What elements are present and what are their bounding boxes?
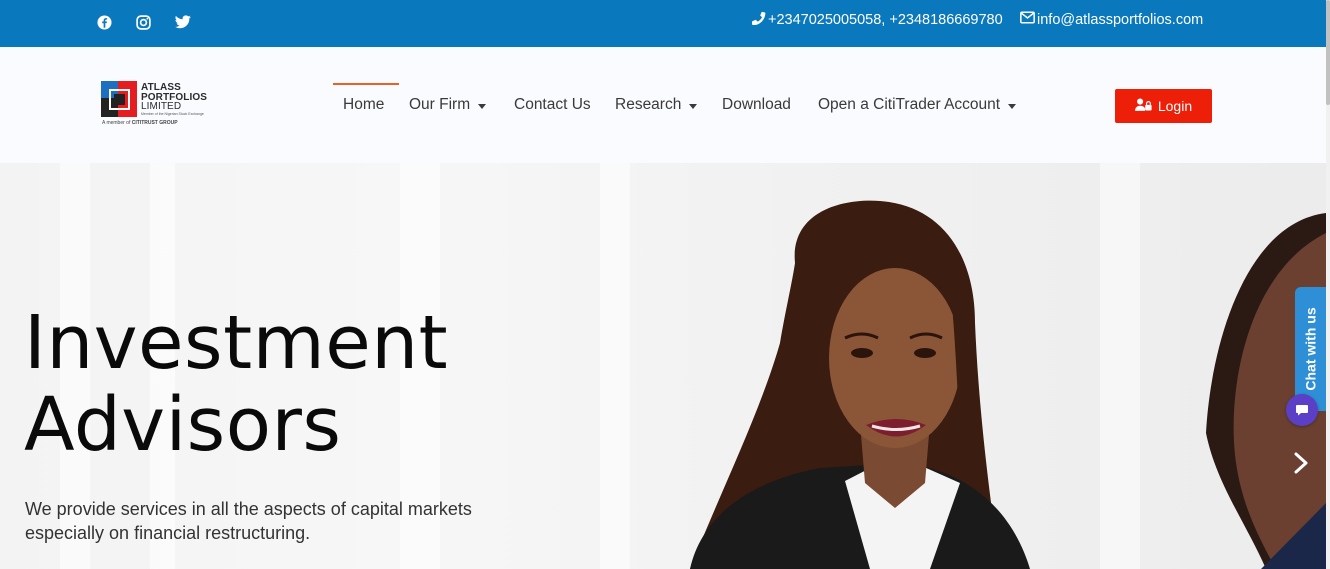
nav-our-firm[interactable]: Our Firm	[409, 96, 487, 114]
top-bar: +2347025005058, +2348186669780 info@atla…	[0, 0, 1330, 47]
site-header: ATLASS PORTFOLIOS LIMITED Member of the …	[0, 47, 1326, 163]
nav-label: Open a CitiTrader Account	[818, 96, 1001, 113]
nav-label: Our Firm	[409, 96, 471, 113]
phone-icon	[751, 11, 766, 29]
phone-contact[interactable]: +2347025005058, +2348186669780	[751, 11, 1003, 29]
phone-numbers: +2347025005058, +2348186669780	[768, 12, 1003, 28]
site-logo[interactable]: ATLASS PORTFOLIOS LIMITED Member of the …	[101, 81, 221, 129]
scrollbar-thumb[interactable]	[1326, 0, 1330, 105]
caret-down-icon	[1008, 103, 1017, 109]
envelope-icon	[1020, 11, 1035, 28]
nav-open-account[interactable]: Open a CitiTrader Account	[818, 96, 1017, 114]
email-address: info@atlassportfolios.com	[1037, 11, 1204, 28]
chat-tab-label: Chat with us	[1302, 307, 1319, 391]
email-contact[interactable]: info@atlassportfolios.com	[1020, 11, 1203, 28]
nav-label: Home	[343, 96, 385, 113]
nav-label: Download	[722, 96, 791, 113]
nav-contact-us[interactable]: Contact Us	[514, 96, 591, 114]
nav-home[interactable]: Home	[343, 96, 384, 114]
login-label: Login	[1157, 98, 1193, 114]
hero-subtitle: We provide services in all the aspects o…	[25, 499, 472, 543]
nav-research[interactable]: Research	[615, 96, 698, 114]
nav-active-indicator	[333, 83, 399, 85]
logo-tagline: Member of the Nigerian Stock Exchange	[141, 112, 204, 116]
logo-wordmark: ATLASS PORTFOLIOS LIMITED	[141, 82, 207, 112]
page-scrollbar[interactable]	[1326, 0, 1330, 569]
logo-member-line: A member of CITITRUST GROUP	[102, 120, 178, 126]
nav-label: Research	[615, 96, 682, 113]
hero-slider: Investment Advisors We provide services …	[0, 163, 1326, 569]
hero-title: Investment Advisors	[24, 300, 449, 468]
chat-bubble-icon[interactable]	[1286, 394, 1318, 426]
logo-mark-icon	[101, 81, 137, 117]
twitter-icon[interactable]	[174, 13, 192, 31]
nav-label: Contact Us	[514, 96, 591, 113]
facebook-icon[interactable]	[95, 13, 113, 31]
chevron-right-icon[interactable]	[1292, 452, 1314, 476]
nav-download[interactable]: Download	[722, 96, 791, 114]
login-button[interactable]: Login	[1115, 89, 1212, 123]
instagram-icon[interactable]	[134, 13, 152, 31]
chat-with-us-tab[interactable]: Chat with us	[1295, 287, 1326, 411]
caret-down-icon	[478, 103, 487, 109]
user-lock-icon	[1134, 98, 1152, 114]
caret-down-icon	[689, 103, 698, 109]
